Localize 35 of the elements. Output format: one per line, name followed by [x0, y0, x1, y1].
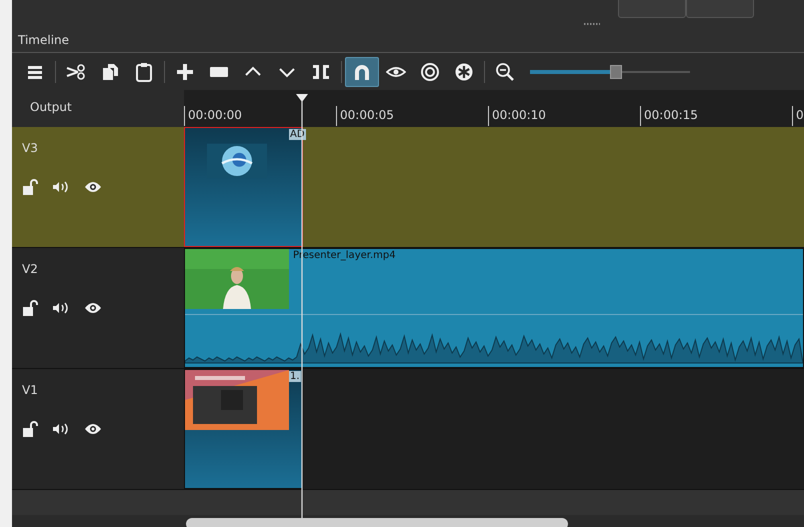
speaker-icon[interactable] [52, 301, 70, 315]
speaker-icon[interactable] [52, 180, 70, 194]
time-tick: 00:00:15 [640, 106, 792, 126]
scrollbar-thumb[interactable] [186, 518, 568, 527]
eye-icon[interactable] [84, 423, 102, 435]
target-icon [420, 62, 440, 82]
scissors-icon [66, 62, 86, 82]
asterisk-icon [454, 62, 474, 82]
lock-icon[interactable] [22, 178, 38, 196]
zoom-slider[interactable] [530, 64, 690, 78]
grip-icon[interactable] [583, 22, 601, 26]
clip-label: 1. [289, 371, 301, 382]
track-name: V1 [22, 383, 38, 397]
output-label: Output [12, 90, 184, 127]
track-header[interactable]: V1 [12, 369, 184, 489]
eye-icon[interactable] [84, 181, 102, 193]
image-clip[interactable]: 1. [184, 369, 303, 489]
eye-icon[interactable] [84, 302, 102, 314]
time-tick: 00:00:05 [336, 106, 488, 126]
track-header[interactable]: V2 [12, 248, 184, 368]
lock-icon[interactable] [22, 420, 38, 438]
time-tick: 00:00:00 [184, 106, 336, 126]
track-header[interactable]: V3 [12, 127, 184, 247]
magnet-button[interactable] [345, 56, 379, 86]
time-ruler[interactable]: 00:00:00 00:00:05 00:00:10 00:00:15 0 [184, 90, 804, 127]
lock-icon[interactable] [22, 299, 38, 317]
track-name: V2 [22, 262, 38, 276]
zoom-out-icon [495, 62, 515, 82]
copy-icon [100, 62, 120, 82]
speaker-icon[interactable] [52, 422, 70, 436]
paste-icon [134, 62, 154, 82]
time-tick: 0 [792, 106, 804, 126]
track-name: V3 [22, 141, 38, 155]
time-tick: 00:00:10 [488, 106, 640, 126]
plus-icon [175, 62, 195, 82]
